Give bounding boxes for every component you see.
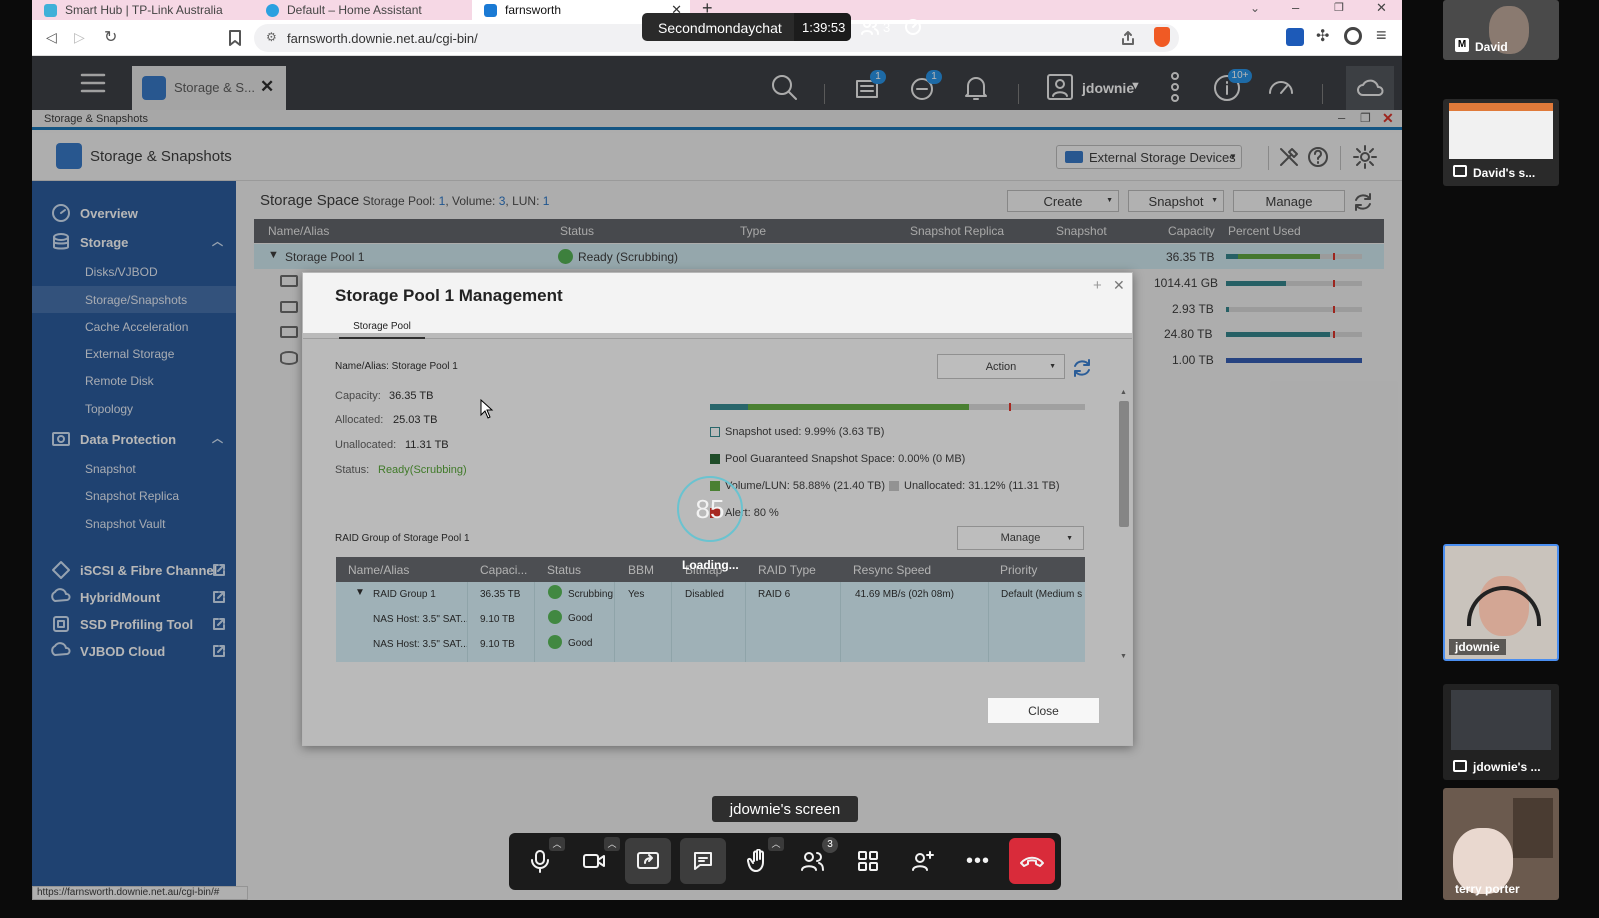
add-people-button[interactable] <box>900 838 946 884</box>
meeting-title-pill[interactable]: Secondmondaychat 1:39:53 <box>642 13 851 41</box>
qnap-icon <box>484 3 497 17</box>
thumbnail-header <box>1449 103 1553 111</box>
home-assistant-icon <box>266 3 279 17</box>
tab-label: Storage Pool <box>353 321 411 332</box>
tplink-icon <box>44 3 57 17</box>
tab-title: Default – Home Assistant <box>287 3 422 17</box>
menu-icon[interactable]: ≡ <box>1376 25 1387 46</box>
add-person-icon <box>912 851 934 871</box>
participant-name: terry porter <box>1455 882 1520 896</box>
brave-shield-icon[interactable] <box>1154 27 1170 47</box>
qts-desktop: Storage & S... ✕ 1 1 jdownie ▼ 10+ Stora… <box>32 56 1402 900</box>
storage-pool-management-dialog: Storage Pool 1 Management + ✕ Storage Po… <box>302 272 1133 746</box>
share-screen-button[interactable] <box>625 838 671 884</box>
participant-tile[interactable]: terry porter <box>1443 788 1559 900</box>
chat-button[interactable] <box>680 838 726 884</box>
participants-icon[interactable] <box>861 19 879 35</box>
screen-share-thumbnail <box>1451 690 1551 750</box>
meeting-control-bar: ︿ ︿ ︿ 3 ••• <box>509 833 1061 890</box>
back-icon[interactable]: ◁ <box>46 29 57 46</box>
bookmark-icon[interactable] <box>229 30 241 46</box>
grid-view-icon <box>858 851 878 871</box>
share-banner: jdownie's screen <box>712 796 858 822</box>
participant-tile-active[interactable]: jdownie <box>1443 544 1559 661</box>
screen-share-thumbnail <box>1449 103 1553 159</box>
end-call-icon <box>1020 856 1044 867</box>
profile-icon[interactable] <box>1344 27 1362 45</box>
loading-spinner: 85 <box>677 476 743 542</box>
minimize-icon[interactable]: – <box>1292 0 1299 15</box>
browser-window: Smart Hub | TP-Link Australia Default – … <box>32 0 1402 900</box>
participant-tile[interactable]: David's s... <box>1443 99 1559 186</box>
tab-search-icon[interactable]: ⌄ <box>1250 1 1260 15</box>
close-button[interactable]: Close <box>987 697 1100 724</box>
close-dialog-icon[interactable]: ✕ <box>1113 277 1125 294</box>
url-text: farnsworth.downie.net.au/cgi-bin/ <box>287 31 478 46</box>
microphone-icon <box>531 850 549 873</box>
tab-title: Smart Hub | TP-Link Australia <box>65 3 223 17</box>
tab-title: farnsworth <box>505 3 562 17</box>
share-icon[interactable] <box>1120 30 1136 46</box>
close-window-icon[interactable]: ✕ <box>1376 0 1387 16</box>
screen-share-icon <box>1453 165 1467 177</box>
loading-text: Loading... <box>682 558 739 572</box>
participants-badge: 3 <box>822 837 838 853</box>
meet-icon: M <box>1455 38 1469 52</box>
leave-call-button[interactable] <box>1009 838 1055 884</box>
participant-name: David <box>1475 40 1508 54</box>
participant-count: 3 <box>883 20 891 35</box>
more-icon: ••• <box>965 849 990 872</box>
participant-tile[interactable]: M David <box>1443 0 1559 60</box>
screen-share-icon <box>1453 760 1467 772</box>
participant-name: jdownie's ... <box>1473 760 1541 774</box>
participant-name: David's s... <box>1473 166 1536 180</box>
hand-icon <box>747 849 764 872</box>
participant-name: jdownie <box>1449 639 1506 655</box>
chevron-up-icon[interactable]: ︿ <box>768 837 784 851</box>
restore-icon[interactable]: ❐ <box>1334 1 1344 14</box>
participant-tile[interactable]: jdownie's ... <box>1443 684 1559 780</box>
extensions-puzzle-icon[interactable]: ✣ <box>1316 26 1329 46</box>
maximize-dialog-icon[interactable]: + <box>1093 277 1102 294</box>
more-button[interactable]: ••• <box>955 838 1001 884</box>
button-label: Close <box>1028 703 1059 718</box>
chat-icon <box>694 852 712 870</box>
camera-icon <box>583 854 605 868</box>
site-info-icon[interactable]: ⚙ <box>266 30 277 44</box>
headset-shape <box>1467 586 1541 626</box>
chevron-up-icon[interactable]: ︿ <box>604 837 620 851</box>
extension-icon[interactable] <box>1286 28 1304 46</box>
reload-icon[interactable]: ↻ <box>104 27 117 47</box>
browser-tab-home-assistant[interactable]: Default – Home Assistant <box>254 0 470 20</box>
share-screen-icon <box>637 852 659 869</box>
meeting-stats-icon[interactable] <box>905 19 921 35</box>
meeting-timer: 1:39:53 <box>802 20 846 35</box>
background-shelf <box>1513 798 1553 858</box>
view-button[interactable] <box>845 838 891 884</box>
browser-tab-tplink[interactable]: Smart Hub | TP-Link Australia <box>32 0 252 20</box>
participants-icon <box>801 852 824 871</box>
dialog-title: Storage Pool 1 Management <box>335 286 563 305</box>
meeting-title: Secondmondaychat <box>658 20 782 36</box>
chevron-up-icon[interactable]: ︿ <box>549 837 565 851</box>
mouse-cursor-icon <box>480 399 494 419</box>
forward-icon[interactable]: ▷ <box>74 29 85 46</box>
